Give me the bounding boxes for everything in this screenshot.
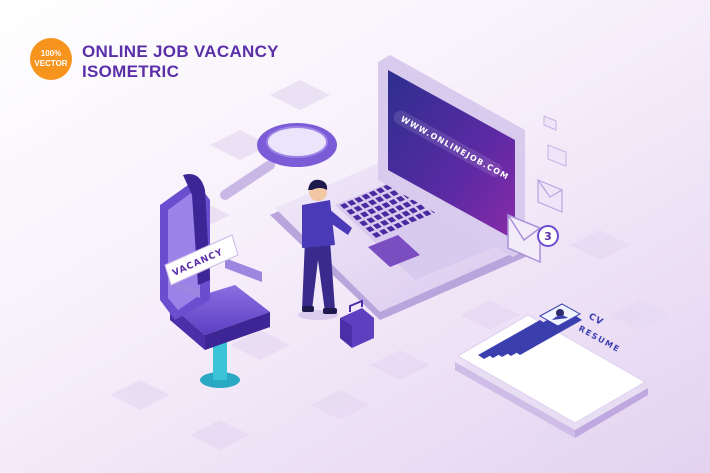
envelope-icon-small (543, 115, 557, 131)
isometric-scene: WWW.ONLINEJOB.COM 3 VACANCY CV RESUME (110, 55, 670, 450)
envelope-icon-small (537, 179, 563, 213)
illustration-canvas: 100% VECTOR ONLINE JOB VACANCY ISOMETRIC (0, 0, 710, 473)
resume-title-cv: CV (587, 312, 605, 328)
envelope-icon-small (547, 144, 567, 167)
notification-count: 3 (544, 230, 552, 243)
